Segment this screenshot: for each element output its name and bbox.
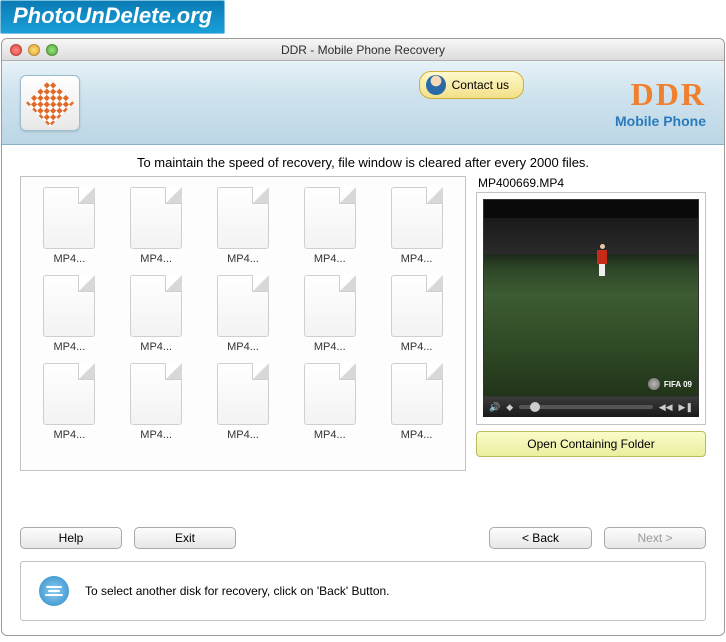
file-item[interactable]: MP4... [118,363,195,445]
file-item[interactable]: MP4... [291,363,368,445]
file-label: MP4... [387,341,447,353]
file-item[interactable]: MP4... [378,363,455,445]
file-label: MP4... [300,253,360,265]
file-item[interactable]: MP4... [291,275,368,357]
file-label: MP4... [39,429,99,441]
fifa-watermark: FIFA 09 [648,378,692,390]
file-item[interactable]: MP4... [205,363,282,445]
file-thumb-icon [130,275,182,337]
brand-logo: DDR [615,76,706,113]
video-scene-player [595,244,609,278]
stop-icon[interactable]: ◆ [506,402,513,413]
window-title: DDR - Mobile Phone Recovery [2,43,724,57]
file-label: MP4... [126,341,186,353]
preview-pane: FIFA 09 🔊 ◆ ◀◀ ▶❚ [476,192,706,425]
file-item[interactable]: MP4... [378,187,455,269]
checker-icon [26,78,74,126]
file-item[interactable]: MP4... [205,275,282,357]
file-item[interactable]: MP4... [31,363,108,445]
file-label: MP4... [126,253,186,265]
maximize-icon[interactable] [46,44,58,56]
file-thumb-icon [391,275,443,337]
file-thumb-icon [391,363,443,425]
hint-icon [39,576,69,606]
file-label: MP4... [39,253,99,265]
preview-filename: MP400669.MP4 [476,176,706,192]
open-containing-folder-button[interactable]: Open Containing Folder [476,431,706,457]
hint-box: To select another disk for recovery, cli… [20,561,706,621]
file-item[interactable]: MP4... [118,187,195,269]
file-thumb-icon [43,275,95,337]
exit-button[interactable]: Exit [134,527,236,549]
file-item[interactable]: MP4... [31,275,108,357]
file-item[interactable]: MP4... [118,275,195,357]
file-item[interactable]: MP4... [378,275,455,357]
file-label: MP4... [387,253,447,265]
file-label: MP4... [213,429,273,441]
contact-us-button[interactable]: Contact us [419,71,524,99]
file-thumb-icon [43,187,95,249]
file-label: MP4... [39,341,99,353]
file-label: MP4... [213,341,273,353]
file-thumb-icon [304,363,356,425]
seek-slider[interactable] [519,405,653,409]
ea-logo-icon [648,378,660,390]
file-label: MP4... [213,253,273,265]
footer-button-row: Help Exit < Back Next > [2,475,724,557]
brand-subtitle: Mobile Phone [615,113,706,129]
file-thumb-icon [391,187,443,249]
notice-text: To maintain the speed of recovery, file … [20,151,706,176]
app-icon [20,75,80,131]
header-banner: Contact us DDR Mobile Phone [2,61,724,145]
volume-icon[interactable]: 🔊 [489,402,500,413]
video-preview[interactable]: FIFA 09 [483,199,699,397]
hint-text: To select another disk for recovery, cli… [85,584,390,598]
app-window: DDR - Mobile Phone Recovery Contact us D… [1,38,725,636]
file-thumb-icon [130,187,182,249]
minimize-icon[interactable] [28,44,40,56]
help-button[interactable]: Help [20,527,122,549]
titlebar: DDR - Mobile Phone Recovery [2,39,724,61]
file-label: MP4... [300,429,360,441]
prev-icon[interactable]: ◀◀ [659,402,673,413]
file-item[interactable]: MP4... [31,187,108,269]
file-thumb-icon [217,363,269,425]
file-label: MP4... [126,429,186,441]
file-thumb-icon [43,363,95,425]
file-thumb-icon [304,187,356,249]
file-thumb-icon [130,363,182,425]
file-thumb-icon [304,275,356,337]
next-button: Next > [604,527,706,549]
file-item[interactable]: MP4... [205,187,282,269]
file-item[interactable]: MP4... [291,187,368,269]
file-thumb-icon [217,275,269,337]
site-logo: PhotoUnDelete.org [0,0,225,34]
back-button[interactable]: < Back [489,527,592,549]
video-controls: 🔊 ◆ ◀◀ ▶❚ [483,397,699,417]
file-label: MP4... [300,341,360,353]
contact-label: Contact us [452,78,509,92]
video-scene-stadium [484,218,698,254]
file-thumb-icon [217,187,269,249]
file-list-pane[interactable]: MP4... MP4... MP4... MP4... MP4... MP4... MP4.… [20,176,466,471]
file-label: MP4... [387,429,447,441]
close-icon[interactable] [10,44,22,56]
play-pause-icon[interactable]: ▶❚ [679,402,693,413]
contact-avatar-icon [426,75,446,95]
